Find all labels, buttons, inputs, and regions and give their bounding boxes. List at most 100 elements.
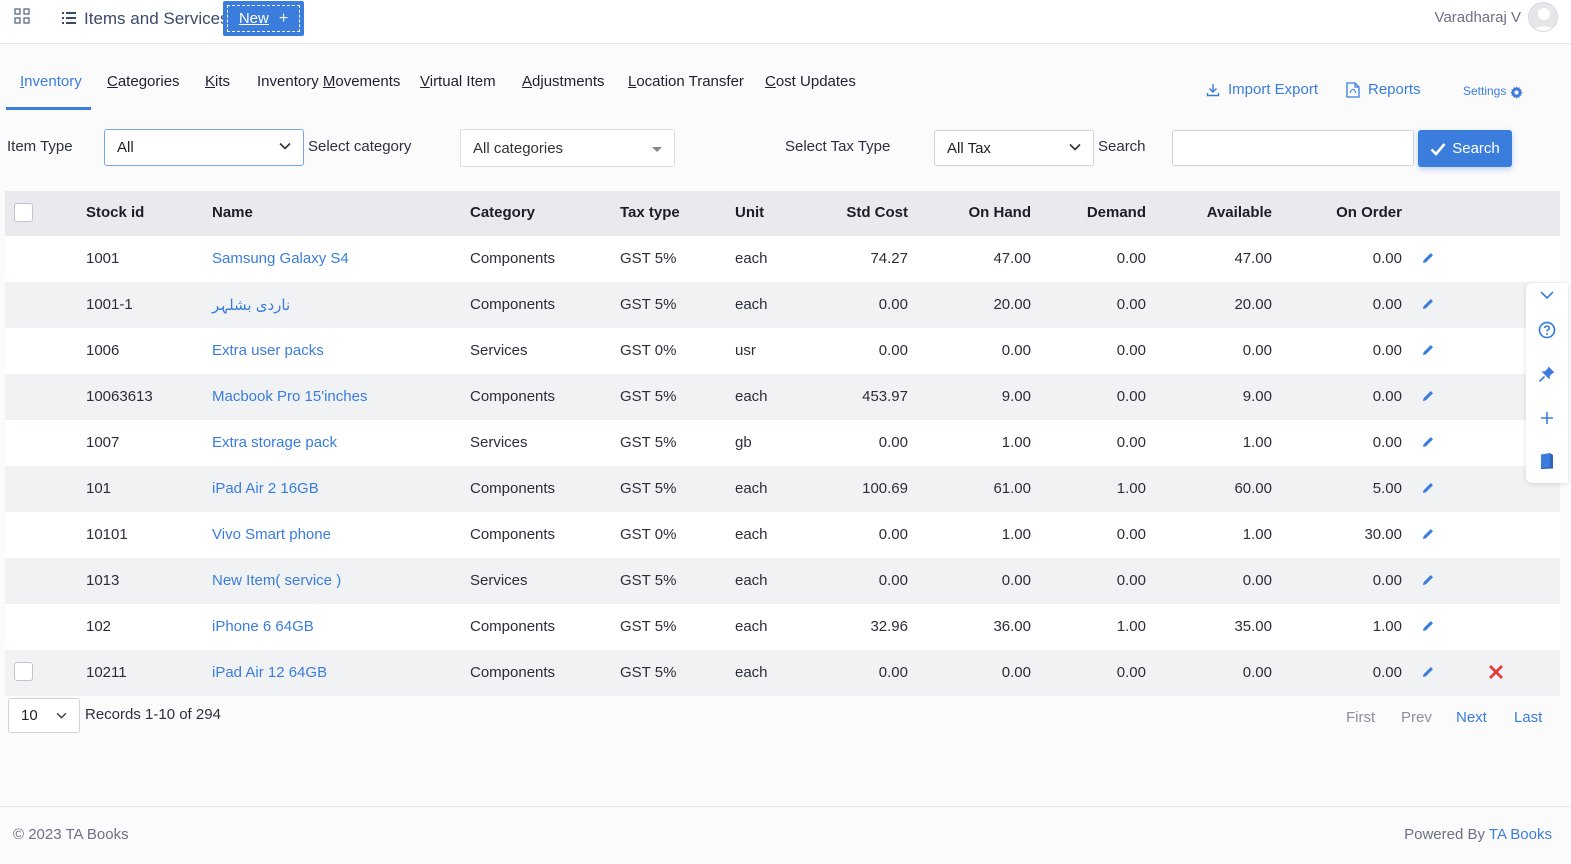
table-row: 1006 Extra user packs Services GST 0% us… (5, 328, 1560, 374)
page-next[interactable]: Next (1456, 709, 1487, 726)
col-on-hand[interactable]: On Hand (969, 204, 1032, 221)
chevron-down-icon[interactable] (1539, 287, 1555, 303)
col-name[interactable]: Name (212, 204, 253, 221)
edit-pencil-icon[interactable] (1421, 435, 1435, 449)
edit-pencil-icon[interactable] (1421, 297, 1435, 311)
col-category[interactable]: Category (470, 204, 535, 221)
col-tax-type[interactable]: Tax type (620, 204, 680, 221)
tab-inventory[interactable]: Inventory (20, 73, 82, 90)
category: Components (470, 480, 556, 497)
edit-pencil-icon[interactable] (1421, 343, 1435, 357)
pin-icon[interactable] (1538, 365, 1556, 383)
available: 0.00 (1242, 572, 1272, 589)
edit-pencil-icon[interactable] (1421, 665, 1435, 679)
search-button[interactable]: Search (1418, 130, 1512, 167)
item-name-link[interactable]: ناردی بشلہر (212, 296, 290, 314)
page-first[interactable]: First (1346, 709, 1375, 726)
category-select[interactable]: All categories (460, 129, 675, 167)
chevron-down-icon (279, 142, 291, 150)
stock-id: 1001 (86, 250, 120, 267)
std-cost: 32.96 (870, 618, 908, 635)
powered-by: Powered By TA Books (1404, 826, 1552, 843)
tax-type: GST 5% (620, 480, 677, 497)
table-row: 1001-1 ناردی بشلہر Components GST 5% eac… (5, 282, 1560, 328)
help-circle-icon[interactable] (1538, 321, 1556, 339)
item-name-link[interactable]: Macbook Pro 15'inches (212, 388, 367, 405)
row-checkbox[interactable] (14, 662, 33, 681)
col-demand[interactable]: Demand (1087, 204, 1146, 221)
on-hand: 9.00 (1001, 388, 1031, 405)
inventory-table: Stock id Name Category Tax type Unit Std… (5, 191, 1560, 696)
tax-type-value: All Tax (947, 139, 991, 157)
edit-pencil-icon[interactable] (1421, 619, 1435, 633)
col-stock-id[interactable]: Stock id (86, 204, 144, 221)
available: 47.00 (1234, 250, 1272, 267)
page-last[interactable]: Last (1514, 709, 1542, 726)
tab-location-transfer[interactable]: Location Transfer (628, 73, 744, 90)
brand-link[interactable]: TA Books (1489, 826, 1552, 843)
item-name-link[interactable]: iPad Air 12 64GB (212, 664, 327, 681)
col-available[interactable]: Available (1207, 204, 1272, 221)
import-export-link[interactable]: Import Export (1206, 81, 1318, 98)
avatar[interactable] (1528, 2, 1558, 32)
category: Components (470, 526, 556, 543)
demand: 0.00 (1116, 572, 1146, 589)
edit-pencil-icon[interactable] (1421, 251, 1435, 265)
edit-pencil-icon[interactable] (1421, 527, 1435, 541)
tab-inventory-movements[interactable]: Inventory Movements (257, 73, 400, 90)
category-label: Select category (308, 138, 412, 155)
on-order: 0.00 (1372, 250, 1402, 267)
item-name-link[interactable]: Vivo Smart phone (212, 526, 331, 543)
col-std-cost[interactable]: Std Cost (846, 204, 908, 221)
item-name-link[interactable]: Samsung Galaxy S4 (212, 250, 349, 267)
copyright: © 2023 TA Books (13, 826, 129, 843)
demand: 1.00 (1116, 480, 1146, 497)
on-hand: 20.00 (993, 296, 1031, 313)
col-unit[interactable]: Unit (735, 204, 764, 221)
download-icon (1206, 83, 1220, 96)
item-name-link[interactable]: iPad Air 2 16GB (212, 480, 319, 497)
top-bar: Items and Services New + Varadharaj V (0, 0, 1571, 44)
table-row: 1013 New Item( service ) Services GST 5%… (5, 558, 1560, 604)
user-name[interactable]: Varadharaj V (1435, 9, 1521, 26)
std-cost: 0.00 (878, 296, 908, 313)
new-item-button[interactable]: New + (223, 1, 304, 36)
per-page-select[interactable]: 10 (8, 698, 80, 733)
item-name-link[interactable]: New Item( service ) (212, 572, 341, 589)
apps-grid-icon[interactable] (14, 8, 30, 24)
tax-type: GST 5% (620, 618, 677, 635)
reports-link[interactable]: Reports (1346, 81, 1421, 98)
select-all-checkbox[interactable] (14, 203, 33, 222)
delete-x-icon[interactable] (1488, 664, 1504, 680)
std-cost: 0.00 (878, 526, 908, 543)
col-on-order[interactable]: On Order (1336, 204, 1402, 221)
tab-kits[interactable]: Kits (205, 73, 230, 90)
on-hand: 47.00 (993, 250, 1031, 267)
edit-pencil-icon[interactable] (1421, 481, 1435, 495)
table-row: 10101 Vivo Smart phone Components GST 0%… (5, 512, 1560, 558)
chevron-down-icon (1069, 143, 1081, 151)
item-name-link[interactable]: Extra user packs (212, 342, 324, 359)
category: Services (470, 342, 528, 359)
edit-pencil-icon[interactable] (1421, 389, 1435, 403)
tab-categories[interactable]: Categories (107, 73, 180, 90)
tax-type-select[interactable]: All Tax (934, 130, 1094, 166)
search-input[interactable] (1172, 130, 1414, 166)
item-name-link[interactable]: iPhone 6 64GB (212, 618, 314, 635)
on-order: 0.00 (1372, 296, 1402, 313)
plus-icon[interactable] (1538, 409, 1556, 427)
tax-type: GST 5% (620, 250, 677, 267)
table-row: 10211 iPad Air 12 64GB Components GST 5%… (5, 650, 1560, 696)
settings-link[interactable]: Settings (1463, 83, 1523, 99)
tab-adjustments[interactable]: Adjustments (522, 73, 605, 90)
edit-pencil-icon[interactable] (1421, 573, 1435, 587)
on-hand: 0.00 (1001, 664, 1031, 681)
tab-cost-updates[interactable]: Cost Updates (765, 73, 856, 90)
item-type-select[interactable]: All (104, 129, 304, 166)
caret-down-icon (652, 147, 662, 152)
page-prev[interactable]: Prev (1401, 709, 1432, 726)
item-name-link[interactable]: Extra storage pack (212, 434, 337, 451)
table-row: 102 iPhone 6 64GB Components GST 5% each… (5, 604, 1560, 650)
tab-virtual-item[interactable]: Virtual Item (420, 73, 496, 90)
book-icon[interactable] (1538, 452, 1556, 470)
